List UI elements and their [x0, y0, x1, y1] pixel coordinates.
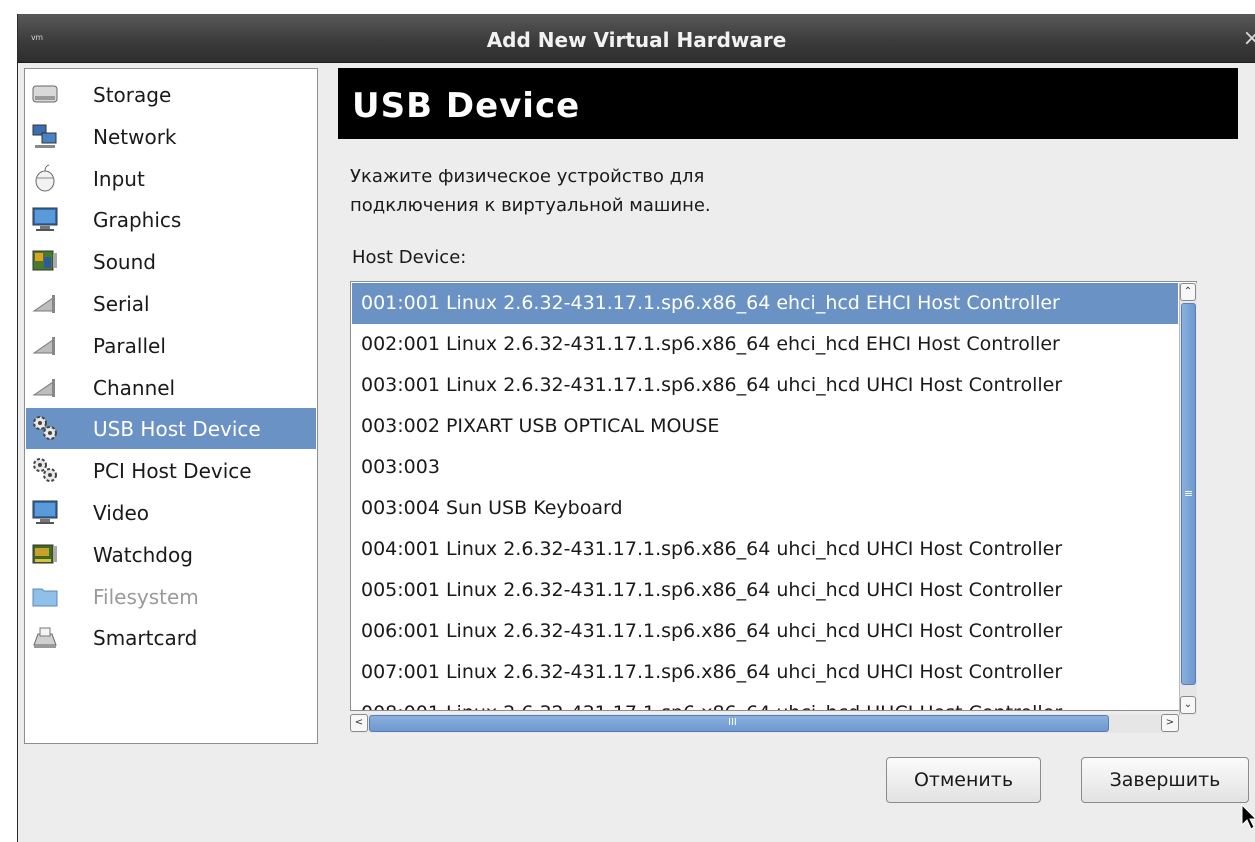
sidebar-item-sound[interactable]: Sound [26, 241, 316, 282]
device-list-item[interactable]: 003:003 [352, 447, 1178, 488]
network-icon [31, 122, 59, 150]
vertical-grip-icon: ≡ [1184, 487, 1194, 500]
horizontal-scrollbar[interactable]: < III > [350, 714, 1179, 733]
sidebar-item-label: Smartcard [93, 626, 198, 651]
device-list-item[interactable]: 003:004 Sun USB Keyboard [352, 488, 1178, 529]
pane-header: USB Device [338, 68, 1238, 139]
mouse-icon [31, 164, 59, 192]
sidebar-item-label: Graphics [93, 208, 182, 233]
sidebar-item-label: USB Host Device [93, 417, 261, 442]
smartcard-reader-icon [31, 623, 59, 651]
description-line-2: подключения к виртуальной машине. [350, 195, 711, 216]
serial-plug-icon [31, 289, 59, 317]
device-list-item[interactable]: 003:001 Linux 2.6.32-431.17.1.sp6.x86_64… [352, 365, 1178, 406]
sidebar-item-smartcard[interactable]: Smartcard [26, 617, 316, 658]
description-line-1: Укажите физическое устройство для [350, 166, 705, 187]
sidebar-item-parallel[interactable]: Parallel [26, 325, 316, 366]
page-title: USB Device [352, 86, 581, 126]
description-text: Укажите физическое устройство для подклю… [350, 162, 1050, 220]
device-list-item[interactable]: 002:001 Linux 2.6.32-431.17.1.sp6.x86_64… [352, 324, 1178, 365]
vertical-scroll-thumb[interactable]: ≡ [1181, 303, 1196, 685]
device-list-item[interactable]: 006:001 Linux 2.6.32-431.17.1.sp6.x86_64… [352, 611, 1178, 652]
device-list-item[interactable]: 004:001 Linux 2.6.32-431.17.1.sp6.x86_64… [352, 529, 1178, 570]
device-list-item[interactable]: 005:001 Linux 2.6.32-431.17.1.sp6.x86_64… [352, 570, 1178, 611]
pci-gears-icon [31, 456, 59, 484]
sidebar-item-label: Serial [93, 292, 150, 316]
sidebar-item-label: Input [93, 166, 145, 191]
scroll-right-button[interactable]: > [1161, 714, 1179, 732]
finish-button[interactable]: Завершить [1081, 757, 1249, 803]
sidebar-item-serial[interactable]: Serial [26, 283, 316, 324]
monitor-icon [31, 205, 59, 233]
sidebar-item-usb-host-device[interactable]: USB Host Device [26, 408, 316, 450]
sidebar-item-label: PCI Host Device [93, 459, 252, 484]
sidebar-item-filesystem: Filesystem [26, 576, 316, 617]
watchdog-card-icon [31, 540, 59, 568]
folder-icon [31, 582, 59, 610]
vertical-scrollbar[interactable]: ⌃ ≡ ⌄ [1179, 283, 1197, 715]
sidebar-item-input[interactable]: Input [26, 158, 316, 199]
monitor-icon [31, 498, 59, 526]
sound-card-icon [31, 247, 59, 275]
sidebar-item-channel[interactable]: Channel [26, 367, 316, 408]
sidebar-item-watchdog[interactable]: Watchdog [26, 534, 316, 575]
device-list-item[interactable]: 007:001 Linux 2.6.32-431.17.1.sp6.x86_64… [352, 652, 1178, 693]
sidebar-item-label: Channel [93, 375, 176, 400]
close-icon[interactable]: × [1243, 28, 1255, 50]
parallel-plug-icon [31, 331, 59, 359]
device-list-item[interactable]: 003:002 PIXART USB OPTICAL MOUSE [352, 406, 1178, 447]
scroll-up-button[interactable]: ⌃ [1180, 283, 1196, 301]
host-device-list[interactable]: 001:001 Linux 2.6.32-431.17.1.sp6.x86_64… [350, 281, 1197, 711]
device-list-item[interactable]: 008:001 Linux 2.6.32-431.17.1.sp6.x86_64… [352, 693, 1178, 710]
sidebar-item-label: Storage [93, 83, 172, 107]
sidebar-item-video[interactable]: Video [26, 492, 316, 533]
window-title: Add New Virtual Hardware [486, 28, 787, 52]
sidebar-item-label: Sound [93, 250, 156, 275]
sidebar-item-network[interactable]: Network [26, 116, 316, 157]
usb-gears-icon [31, 414, 59, 442]
sidebar-item-label: Network [93, 124, 177, 149]
sidebar-item-graphics[interactable]: Graphics [26, 199, 316, 240]
horizontal-scroll-thumb[interactable]: III [369, 715, 1109, 732]
sidebar-item-label: Filesystem [93, 584, 199, 609]
mouse-cursor-icon [1241, 804, 1255, 830]
sidebar-item-label: Parallel [93, 333, 166, 358]
sidebar-item-label: Watchdog [93, 542, 193, 567]
scroll-left-button[interactable]: < [350, 714, 368, 732]
sidebar-item-label: Video [93, 501, 150, 525]
host-device-label: Host Device: [352, 247, 467, 268]
sidebar-item-pci-host-device[interactable]: PCI Host Device [26, 450, 316, 491]
scroll-down-button[interactable]: ⌄ [1180, 696, 1196, 714]
sidebar-item-storage[interactable]: Storage [26, 74, 316, 115]
device-list-item[interactable]: 001:001 Linux 2.6.32-431.17.1.sp6.x86_64… [352, 283, 1178, 324]
cancel-button[interactable]: Отменить [886, 757, 1041, 803]
channel-plug-icon [31, 373, 59, 401]
hardware-category-list: Storage Network Input Graphics Sound Serial Pa… [24, 68, 318, 744]
horizontal-grip-icon: III [728, 717, 737, 728]
title-bar[interactable]: vm Add New Virtual Hardware × [18, 14, 1255, 63]
storage-icon [31, 80, 59, 108]
